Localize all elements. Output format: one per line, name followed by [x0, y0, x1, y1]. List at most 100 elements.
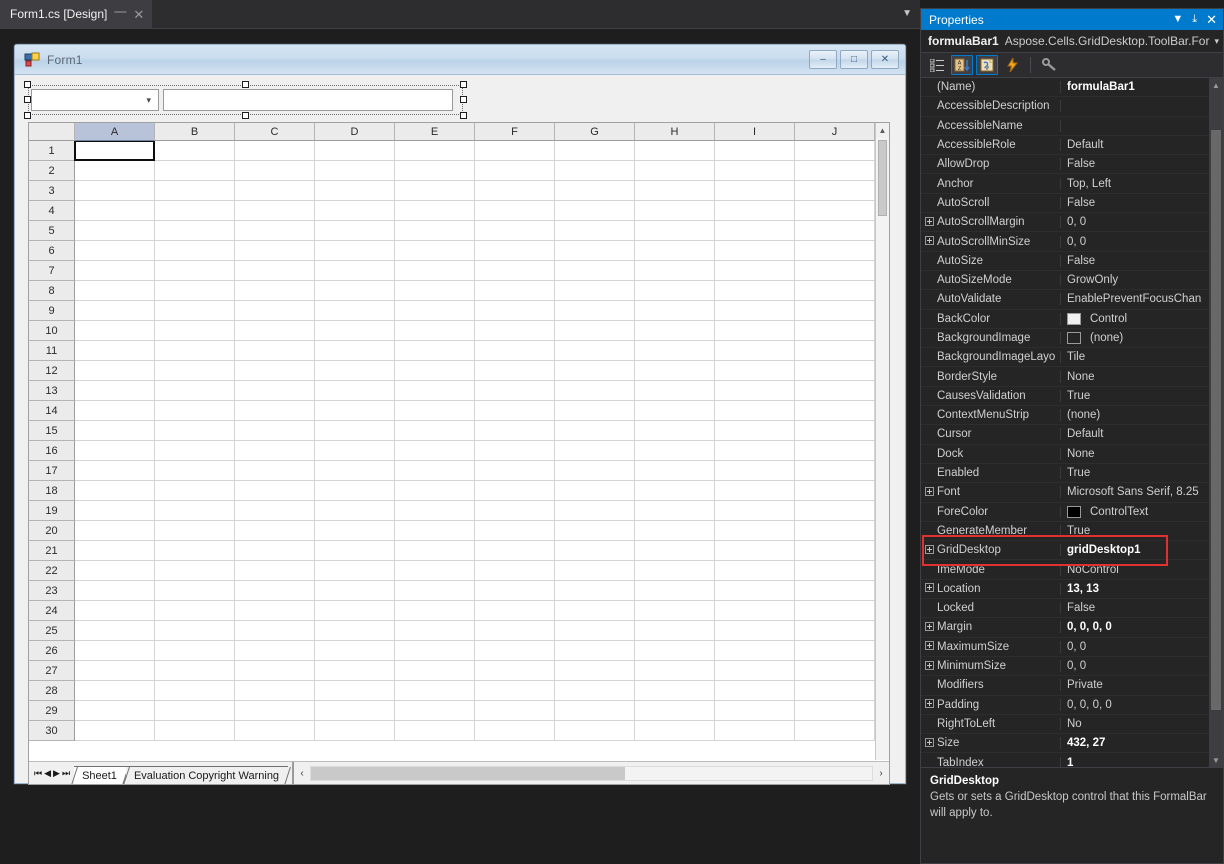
- grid-cell-F4[interactable]: [475, 201, 555, 221]
- grid-cell-J20[interactable]: [795, 521, 875, 541]
- grid-cell-F8[interactable]: [475, 281, 555, 301]
- grid-cell-C12[interactable]: [235, 361, 315, 381]
- grid-cell-D29[interactable]: [315, 701, 395, 721]
- grid-cell-G24[interactable]: [555, 601, 635, 621]
- grid-cell-G8[interactable]: [555, 281, 635, 301]
- row-header-10[interactable]: 10: [29, 321, 75, 341]
- row-header-28[interactable]: 28: [29, 681, 75, 701]
- grid-vertical-scrollbar[interactable]: ▲: [875, 123, 889, 760]
- grid-cell-F10[interactable]: [475, 321, 555, 341]
- grid-cell-E19[interactable]: [395, 501, 475, 521]
- grid-cell-B9[interactable]: [155, 301, 235, 321]
- grid-cell-B7[interactable]: [155, 261, 235, 281]
- grid-cell-A18[interactable]: [75, 481, 155, 501]
- grid-corner-box[interactable]: [29, 123, 75, 141]
- grid-cell-A17[interactable]: [75, 461, 155, 481]
- property-row-locked[interactable]: Locked False: [921, 599, 1209, 619]
- grid-cell-H27[interactable]: [635, 661, 715, 681]
- grid-cell-I3[interactable]: [715, 181, 795, 201]
- grid-cell-J2[interactable]: [795, 161, 875, 181]
- row-header-1[interactable]: 1: [29, 141, 75, 161]
- grid-cell-D23[interactable]: [315, 581, 395, 601]
- grid-cell-J10[interactable]: [795, 321, 875, 341]
- property-value[interactable]: 13, 13: [1061, 583, 1209, 595]
- property-value[interactable]: 1: [1061, 757, 1209, 767]
- grid-cell-F11[interactable]: [475, 341, 555, 361]
- grid-cell-G6[interactable]: [555, 241, 635, 261]
- grid-cell-B29[interactable]: [155, 701, 235, 721]
- grid-cell-D15[interactable]: [315, 421, 395, 441]
- property-value[interactable]: EnablePreventFocusChan: [1061, 293, 1209, 305]
- grid-cell-E20[interactable]: [395, 521, 475, 541]
- property-value[interactable]: Control: [1061, 312, 1209, 325]
- grid-cell-H28[interactable]: [635, 681, 715, 701]
- grid-cell-G20[interactable]: [555, 521, 635, 541]
- column-header-I[interactable]: I: [715, 123, 795, 141]
- grid-cell-I10[interactable]: [715, 321, 795, 341]
- column-header-A[interactable]: A: [75, 123, 155, 141]
- horizontal-scroll-thumb[interactable]: [311, 766, 626, 780]
- grid-cell-B3[interactable]: [155, 181, 235, 201]
- property-value[interactable]: gridDesktop1: [1061, 544, 1209, 556]
- grid-cell-J18[interactable]: [795, 481, 875, 501]
- grid-cell-J24[interactable]: [795, 601, 875, 621]
- grid-cell-H2[interactable]: [635, 161, 715, 181]
- row-header-22[interactable]: 22: [29, 561, 75, 581]
- grid-cell-C10[interactable]: [235, 321, 315, 341]
- grid-cell-G15[interactable]: [555, 421, 635, 441]
- object-selector[interactable]: formulaBar1 Aspose.Cells.GridDesktop.Too…: [921, 30, 1223, 53]
- expand-plus-icon[interactable]: [921, 621, 937, 633]
- grid-cell-D3[interactable]: [315, 181, 395, 201]
- grid-cell-B21[interactable]: [155, 541, 235, 561]
- grid-cell-J11[interactable]: [795, 341, 875, 361]
- grid-cell-J1[interactable]: [795, 141, 875, 161]
- grid-cell-B28[interactable]: [155, 681, 235, 701]
- grid-cell-D9[interactable]: [315, 301, 395, 321]
- grid-cell-E3[interactable]: [395, 181, 475, 201]
- grid-cell-H25[interactable]: [635, 621, 715, 641]
- grid-cell-I19[interactable]: [715, 501, 795, 521]
- properties-page-icon[interactable]: [976, 55, 998, 75]
- grid-cell-B24[interactable]: [155, 601, 235, 621]
- grid-cell-J17[interactable]: [795, 461, 875, 481]
- grid-cell-C19[interactable]: [235, 501, 315, 521]
- grid-cell-C4[interactable]: [235, 201, 315, 221]
- property-value[interactable]: True: [1061, 390, 1209, 402]
- grid-cell-I1[interactable]: [715, 141, 795, 161]
- first-sheet-icon[interactable]: ⏮: [34, 768, 42, 778]
- grid-cell-A25[interactable]: [75, 621, 155, 641]
- row-header-25[interactable]: 25: [29, 621, 75, 641]
- grid-cell-J23[interactable]: [795, 581, 875, 601]
- grid-cell-I15[interactable]: [715, 421, 795, 441]
- grid-cell-I30[interactable]: [715, 721, 795, 741]
- grid-cell-F20[interactable]: [475, 521, 555, 541]
- grid-cell-H15[interactable]: [635, 421, 715, 441]
- grid-cell-C7[interactable]: [235, 261, 315, 281]
- grid-cell-F7[interactable]: [475, 261, 555, 281]
- grid-cell-C15[interactable]: [235, 421, 315, 441]
- formula-input[interactable]: [163, 89, 453, 111]
- expand-plus-icon[interactable]: [921, 660, 937, 672]
- property-row-autoscroll[interactable]: AutoScroll False: [921, 194, 1209, 214]
- property-value[interactable]: 0, 0: [1061, 236, 1209, 248]
- grid-cell-C23[interactable]: [235, 581, 315, 601]
- grid-cell-E21[interactable]: [395, 541, 475, 561]
- grid-cell-E1[interactable]: [395, 141, 475, 161]
- row-header-21[interactable]: 21: [29, 541, 75, 561]
- grid-cell-G12[interactable]: [555, 361, 635, 381]
- grid-cell-A21[interactable]: [75, 541, 155, 561]
- property-value[interactable]: Microsoft Sans Serif, 8.25: [1061, 486, 1209, 498]
- grid-cell-E11[interactable]: [395, 341, 475, 361]
- property-row-backgroundimage[interactable]: BackgroundImage (none): [921, 329, 1209, 349]
- row-header-15[interactable]: 15: [29, 421, 75, 441]
- grid-cell-B20[interactable]: [155, 521, 235, 541]
- grid-cell-A23[interactable]: [75, 581, 155, 601]
- hscroll-left-icon[interactable]: ‹: [294, 768, 310, 779]
- grid-cell-E6[interactable]: [395, 241, 475, 261]
- property-grid-scrollbar[interactable]: ▲ ▼: [1209, 78, 1223, 767]
- grid-desktop-control[interactable]: ABCDEFGHIJ 1 2 3 4 5 6 7 8 9 10 11 12 13 14 15 16 17 18 19…: [28, 122, 890, 785]
- close-icon[interactable]: ✕: [133, 8, 144, 21]
- property-row-contextmenustrip[interactable]: ContextMenuStrip (none): [921, 406, 1209, 426]
- row-header-9[interactable]: 9: [29, 301, 75, 321]
- hscroll-right-icon[interactable]: ›: [873, 768, 889, 779]
